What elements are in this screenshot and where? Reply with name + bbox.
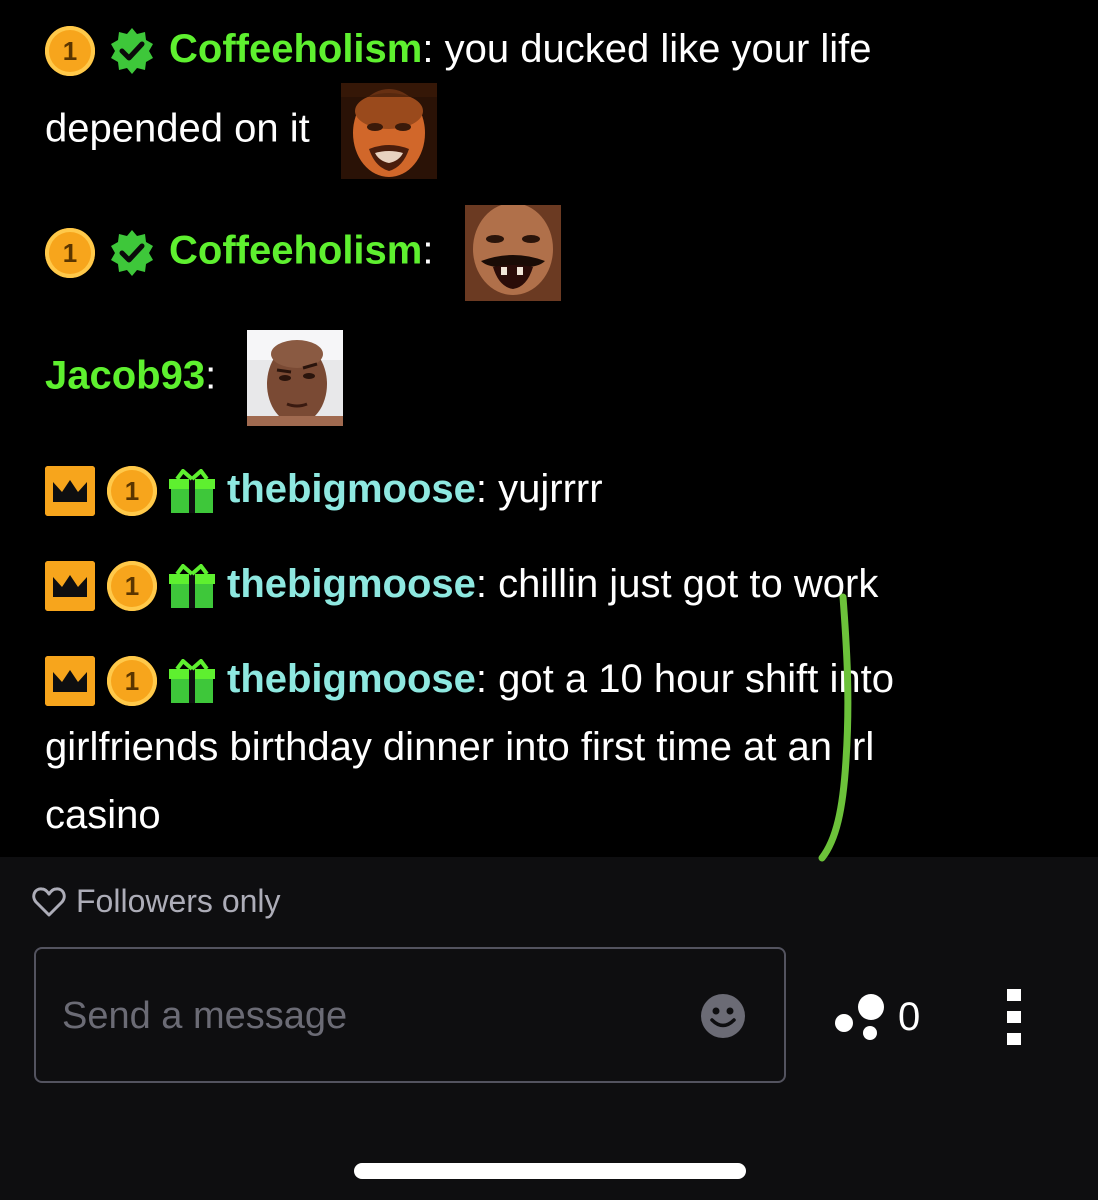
channel-points-button[interactable]: 0 — [832, 989, 920, 1045]
chat-username[interactable]: Jacob93 — [45, 354, 205, 398]
coin-badge-icon[interactable]: 1 — [45, 26, 95, 77]
chat-separator: : — [205, 353, 217, 398]
followers-only-label: Followers only — [76, 883, 281, 919]
chat-message: 1 thebigmoose: got a 10 hour shift into gi… — [45, 645, 1055, 849]
chat-message-text: girlfriends birthday dinner into first t… — [45, 725, 875, 769]
gift-badge-icon[interactable] — [169, 658, 215, 704]
followers-only-mode: Followers only — [32, 883, 281, 920]
coin-badge-icon[interactable]: 1 — [107, 561, 157, 612]
chat-message-list[interactable]: 1 Coffeeholism: you ducked like your life… — [0, 0, 1098, 857]
chat-message-text: got a 10 hour shift into — [498, 657, 894, 701]
chat-username[interactable]: thebigmoose — [227, 467, 476, 511]
chat-username[interactable]: Coffeeholism — [169, 27, 422, 71]
crown-badge-icon[interactable] — [45, 466, 95, 517]
home-indicator[interactable] — [354, 1163, 746, 1179]
verified-badge-icon[interactable] — [107, 26, 157, 76]
heart-icon — [32, 886, 66, 916]
coin-badge-icon[interactable]: 1 — [107, 656, 157, 707]
chat-username[interactable]: thebigmoose — [227, 657, 476, 701]
chat-input-footer: Followers only 0 — [0, 857, 1098, 1200]
chat-message: 1 Coffeeholism: — [45, 205, 1055, 301]
more-options-button[interactable] — [1006, 989, 1024, 1045]
crying-man-emote[interactable] — [340, 83, 437, 179]
verified-badge-icon[interactable] — [107, 228, 157, 278]
chat-message: 1 thebigmoose: chillin just got to work — [45, 550, 1055, 618]
coin-badge-icon[interactable]: 1 — [45, 228, 95, 278]
coin-badge-icon[interactable]: 1 — [107, 466, 157, 517]
chat-separator: : — [422, 228, 434, 273]
channel-points-icon — [835, 994, 884, 1040]
gift-badge-icon[interactable] — [169, 468, 215, 514]
laughing-man-emote[interactable] — [464, 205, 561, 301]
chat-separator: : — [475, 562, 488, 606]
chat-message: 1 Coffeeholism: you ducked like your life… — [45, 15, 1055, 179]
chat-message-text: yujrrrr — [498, 467, 603, 511]
chat-separator: : — [475, 657, 488, 701]
crown-badge-icon[interactable] — [45, 561, 95, 612]
chat-message-text: casino — [45, 793, 161, 837]
gift-badge-icon[interactable] — [169, 563, 215, 609]
chat-username[interactable]: Coffeeholism — [169, 229, 422, 273]
chat-separator: : — [475, 467, 488, 511]
chat-message-text: chillin just got to work — [498, 562, 879, 606]
chat-message: 1 thebigmoose: yujrrrr — [45, 455, 1055, 523]
channel-points-count: 0 — [898, 994, 921, 1039]
chat-input-box[interactable] — [34, 947, 786, 1083]
vertical-ellipsis-icon — [1007, 989, 1021, 1045]
rock-eyebrow-emote[interactable] — [247, 330, 344, 426]
crown-badge-icon[interactable] — [45, 656, 95, 707]
chat-message: Jacob93: — [45, 330, 1055, 426]
emoji-picker-button[interactable] — [700, 993, 746, 1039]
chat-separator: : — [422, 27, 434, 71]
send-message-input[interactable] — [60, 949, 684, 1083]
chat-username[interactable]: thebigmoose — [227, 562, 476, 606]
smiley-icon — [701, 994, 745, 1038]
